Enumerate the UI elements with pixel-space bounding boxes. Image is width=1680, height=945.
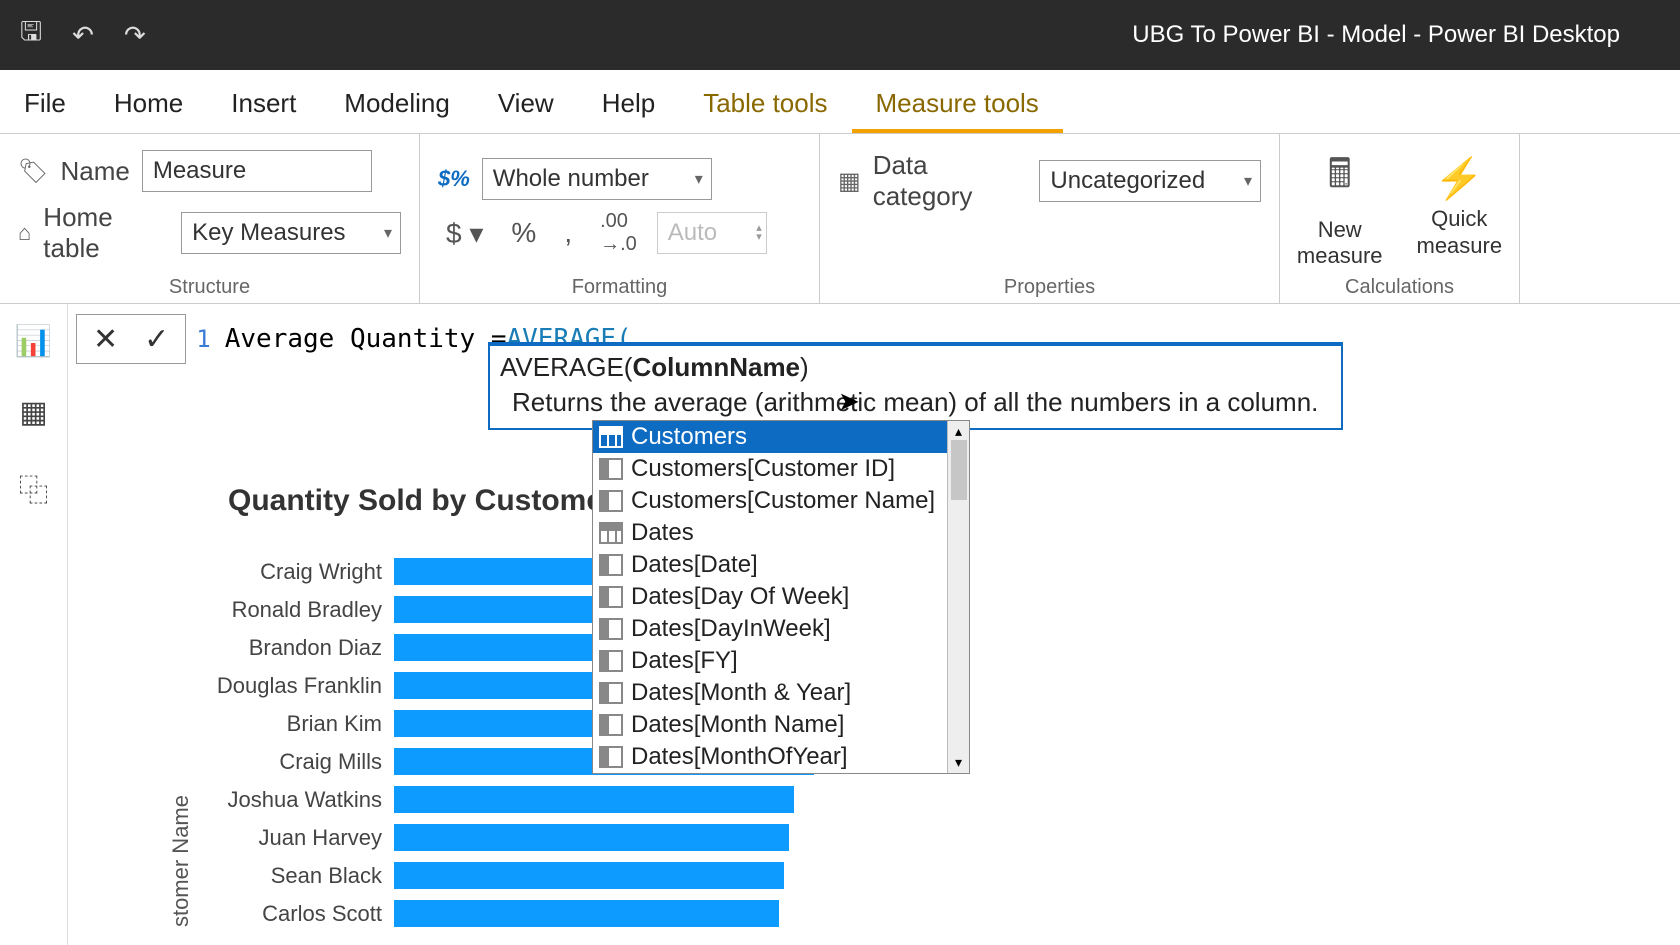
menu-file[interactable]: File bbox=[0, 76, 90, 133]
bar[interactable] bbox=[394, 824, 789, 851]
comma-button[interactable]: , bbox=[556, 217, 580, 249]
currency-button[interactable]: $ ▾ bbox=[438, 217, 491, 250]
group-formatting-label: Formatting bbox=[438, 270, 801, 303]
data-view-icon[interactable]: ▦ bbox=[19, 395, 47, 430]
canvas: ✕ ✓ 1 Average Quantity = AVERAGE( AVERAG… bbox=[68, 304, 1680, 945]
redo-icon[interactable]: ↷ bbox=[124, 20, 146, 51]
autocomplete-item[interactable]: Customers[Customer Name] bbox=[593, 485, 947, 517]
menu-home[interactable]: Home bbox=[90, 76, 207, 133]
y-axis-label: stomer Name bbox=[168, 765, 194, 927]
autocomplete-item[interactable]: Dates[Day Of Week] bbox=[593, 581, 947, 613]
menu-bar: File Home Insert Modeling View Help Tabl… bbox=[0, 70, 1680, 134]
commit-formula-icon[interactable]: ✓ bbox=[144, 322, 169, 357]
ribbon: 🏷 Name ⌂ Home table Key Measures Structu… bbox=[0, 134, 1680, 304]
app-title: UBG To Power BI - Model - Power BI Deskt… bbox=[1132, 21, 1620, 49]
autocomplete-item[interactable]: Customers[Customer ID] bbox=[593, 453, 947, 485]
scroll-thumb[interactable] bbox=[951, 440, 967, 500]
name-input[interactable] bbox=[142, 150, 372, 192]
dropdown-scrollbar[interactable]: ▴ ▾ bbox=[947, 421, 969, 773]
quick-measure-button[interactable]: ⚡ Quick measure bbox=[1405, 155, 1515, 259]
undo-icon[interactable]: ↶ bbox=[72, 20, 94, 51]
percent-button[interactable]: % bbox=[503, 217, 544, 249]
bar[interactable] bbox=[394, 862, 784, 889]
lightning-icon: ⚡ bbox=[1434, 155, 1484, 202]
menu-view[interactable]: View bbox=[474, 76, 578, 133]
bar-label: Douglas Franklin bbox=[202, 673, 382, 699]
column-icon bbox=[599, 682, 623, 704]
column-icon bbox=[599, 554, 623, 576]
bar[interactable] bbox=[394, 900, 779, 927]
column-icon bbox=[599, 618, 623, 640]
scroll-up-icon[interactable]: ▴ bbox=[955, 423, 962, 440]
bar-row: Juan Harvey bbox=[202, 824, 864, 851]
column-icon bbox=[599, 458, 623, 480]
tooltip-description: Returns the average (arithmetic mean) of… bbox=[500, 387, 1331, 418]
home-table-select[interactable]: Key Measures bbox=[181, 212, 401, 254]
scroll-down-icon[interactable]: ▾ bbox=[955, 754, 962, 771]
category-select[interactable]: Uncategorized bbox=[1039, 160, 1261, 202]
column-icon bbox=[599, 586, 623, 608]
autocomplete-dropdown[interactable]: CustomersCustomers[Customer ID]Customers… bbox=[592, 420, 970, 774]
menu-help[interactable]: Help bbox=[578, 76, 679, 133]
decimal-auto-input[interactable]: Auto▴▾ bbox=[657, 212, 767, 254]
autocomplete-item[interactable]: Customers bbox=[593, 421, 947, 453]
intellisense-popup: AVERAGE(ColumnName) Returns the average … bbox=[488, 342, 1343, 430]
column-icon bbox=[599, 714, 623, 736]
bar-label: Juan Harvey bbox=[202, 825, 382, 851]
line-number: 1 bbox=[196, 325, 210, 353]
table-icon bbox=[599, 522, 623, 544]
title-bar: 🖫 ↶ ↷ UBG To Power BI - Model - Power BI… bbox=[0, 0, 1680, 70]
name-label: Name bbox=[60, 156, 129, 187]
column-icon bbox=[599, 650, 623, 672]
autocomplete-item[interactable]: Dates[FY] bbox=[593, 645, 947, 677]
category-label: Data category bbox=[873, 150, 1028, 212]
view-rail: 📊 ▦ ⿻ bbox=[0, 304, 68, 945]
column-icon bbox=[599, 490, 623, 512]
bar-row: Joshua Watkins bbox=[202, 786, 864, 813]
bar[interactable] bbox=[394, 786, 794, 813]
function-tooltip: AVERAGE(ColumnName) Returns the average … bbox=[488, 342, 1343, 430]
group-properties-label: Properties bbox=[838, 270, 1261, 303]
autocomplete-item[interactable]: Dates[Month & Year] bbox=[593, 677, 947, 709]
bar-label: Craig Mills bbox=[202, 749, 382, 775]
menu-table-tools[interactable]: Table tools bbox=[679, 76, 851, 133]
bar-label: Brian Kim bbox=[202, 711, 382, 737]
menu-measure-tools[interactable]: Measure tools bbox=[852, 76, 1063, 133]
bar-label: Carlos Scott bbox=[202, 901, 382, 927]
cancel-formula-icon[interactable]: ✕ bbox=[93, 322, 118, 357]
calculator-icon: 🖩 bbox=[1328, 145, 1352, 213]
autocomplete-item[interactable]: Dates[DayInWeek] bbox=[593, 613, 947, 645]
autocomplete-item[interactable]: Dates[Month Name] bbox=[593, 709, 947, 741]
bar-label: Craig Wright bbox=[202, 559, 382, 585]
bar-label: Joshua Watkins bbox=[202, 787, 382, 813]
new-measure-button[interactable]: 🖩 New measure bbox=[1285, 145, 1395, 270]
group-calculations-label: Calculations bbox=[1298, 270, 1501, 303]
home-table-label: Home table bbox=[43, 202, 169, 264]
menu-modeling[interactable]: Modeling bbox=[320, 76, 474, 133]
bar-label: Brandon Diaz bbox=[202, 635, 382, 661]
bar-row: Carlos Scott bbox=[202, 900, 864, 927]
model-view-icon[interactable]: ⿻ bbox=[19, 466, 49, 510]
menu-insert[interactable]: Insert bbox=[207, 76, 320, 133]
bar-label: Ronald Bradley bbox=[202, 597, 382, 623]
bar-row: Sean Black bbox=[202, 862, 864, 889]
autocomplete-item[interactable]: Dates bbox=[593, 517, 947, 549]
table-icon bbox=[599, 426, 623, 448]
save-icon[interactable]: 🖫 bbox=[20, 13, 42, 57]
report-view-icon[interactable]: 📊 bbox=[15, 324, 52, 359]
autocomplete-item[interactable]: Dates[MonthOfYear] bbox=[593, 741, 947, 773]
format-select[interactable]: Whole number bbox=[482, 158, 712, 200]
column-icon bbox=[599, 746, 623, 768]
bar-label: Sean Black bbox=[202, 863, 382, 889]
autocomplete-item[interactable]: Dates[Date] bbox=[593, 549, 947, 581]
group-structure-label: Structure bbox=[18, 270, 401, 303]
decimal-button[interactable]: .00→.0 bbox=[592, 210, 645, 256]
formula-actions: ✕ ✓ bbox=[76, 314, 186, 364]
